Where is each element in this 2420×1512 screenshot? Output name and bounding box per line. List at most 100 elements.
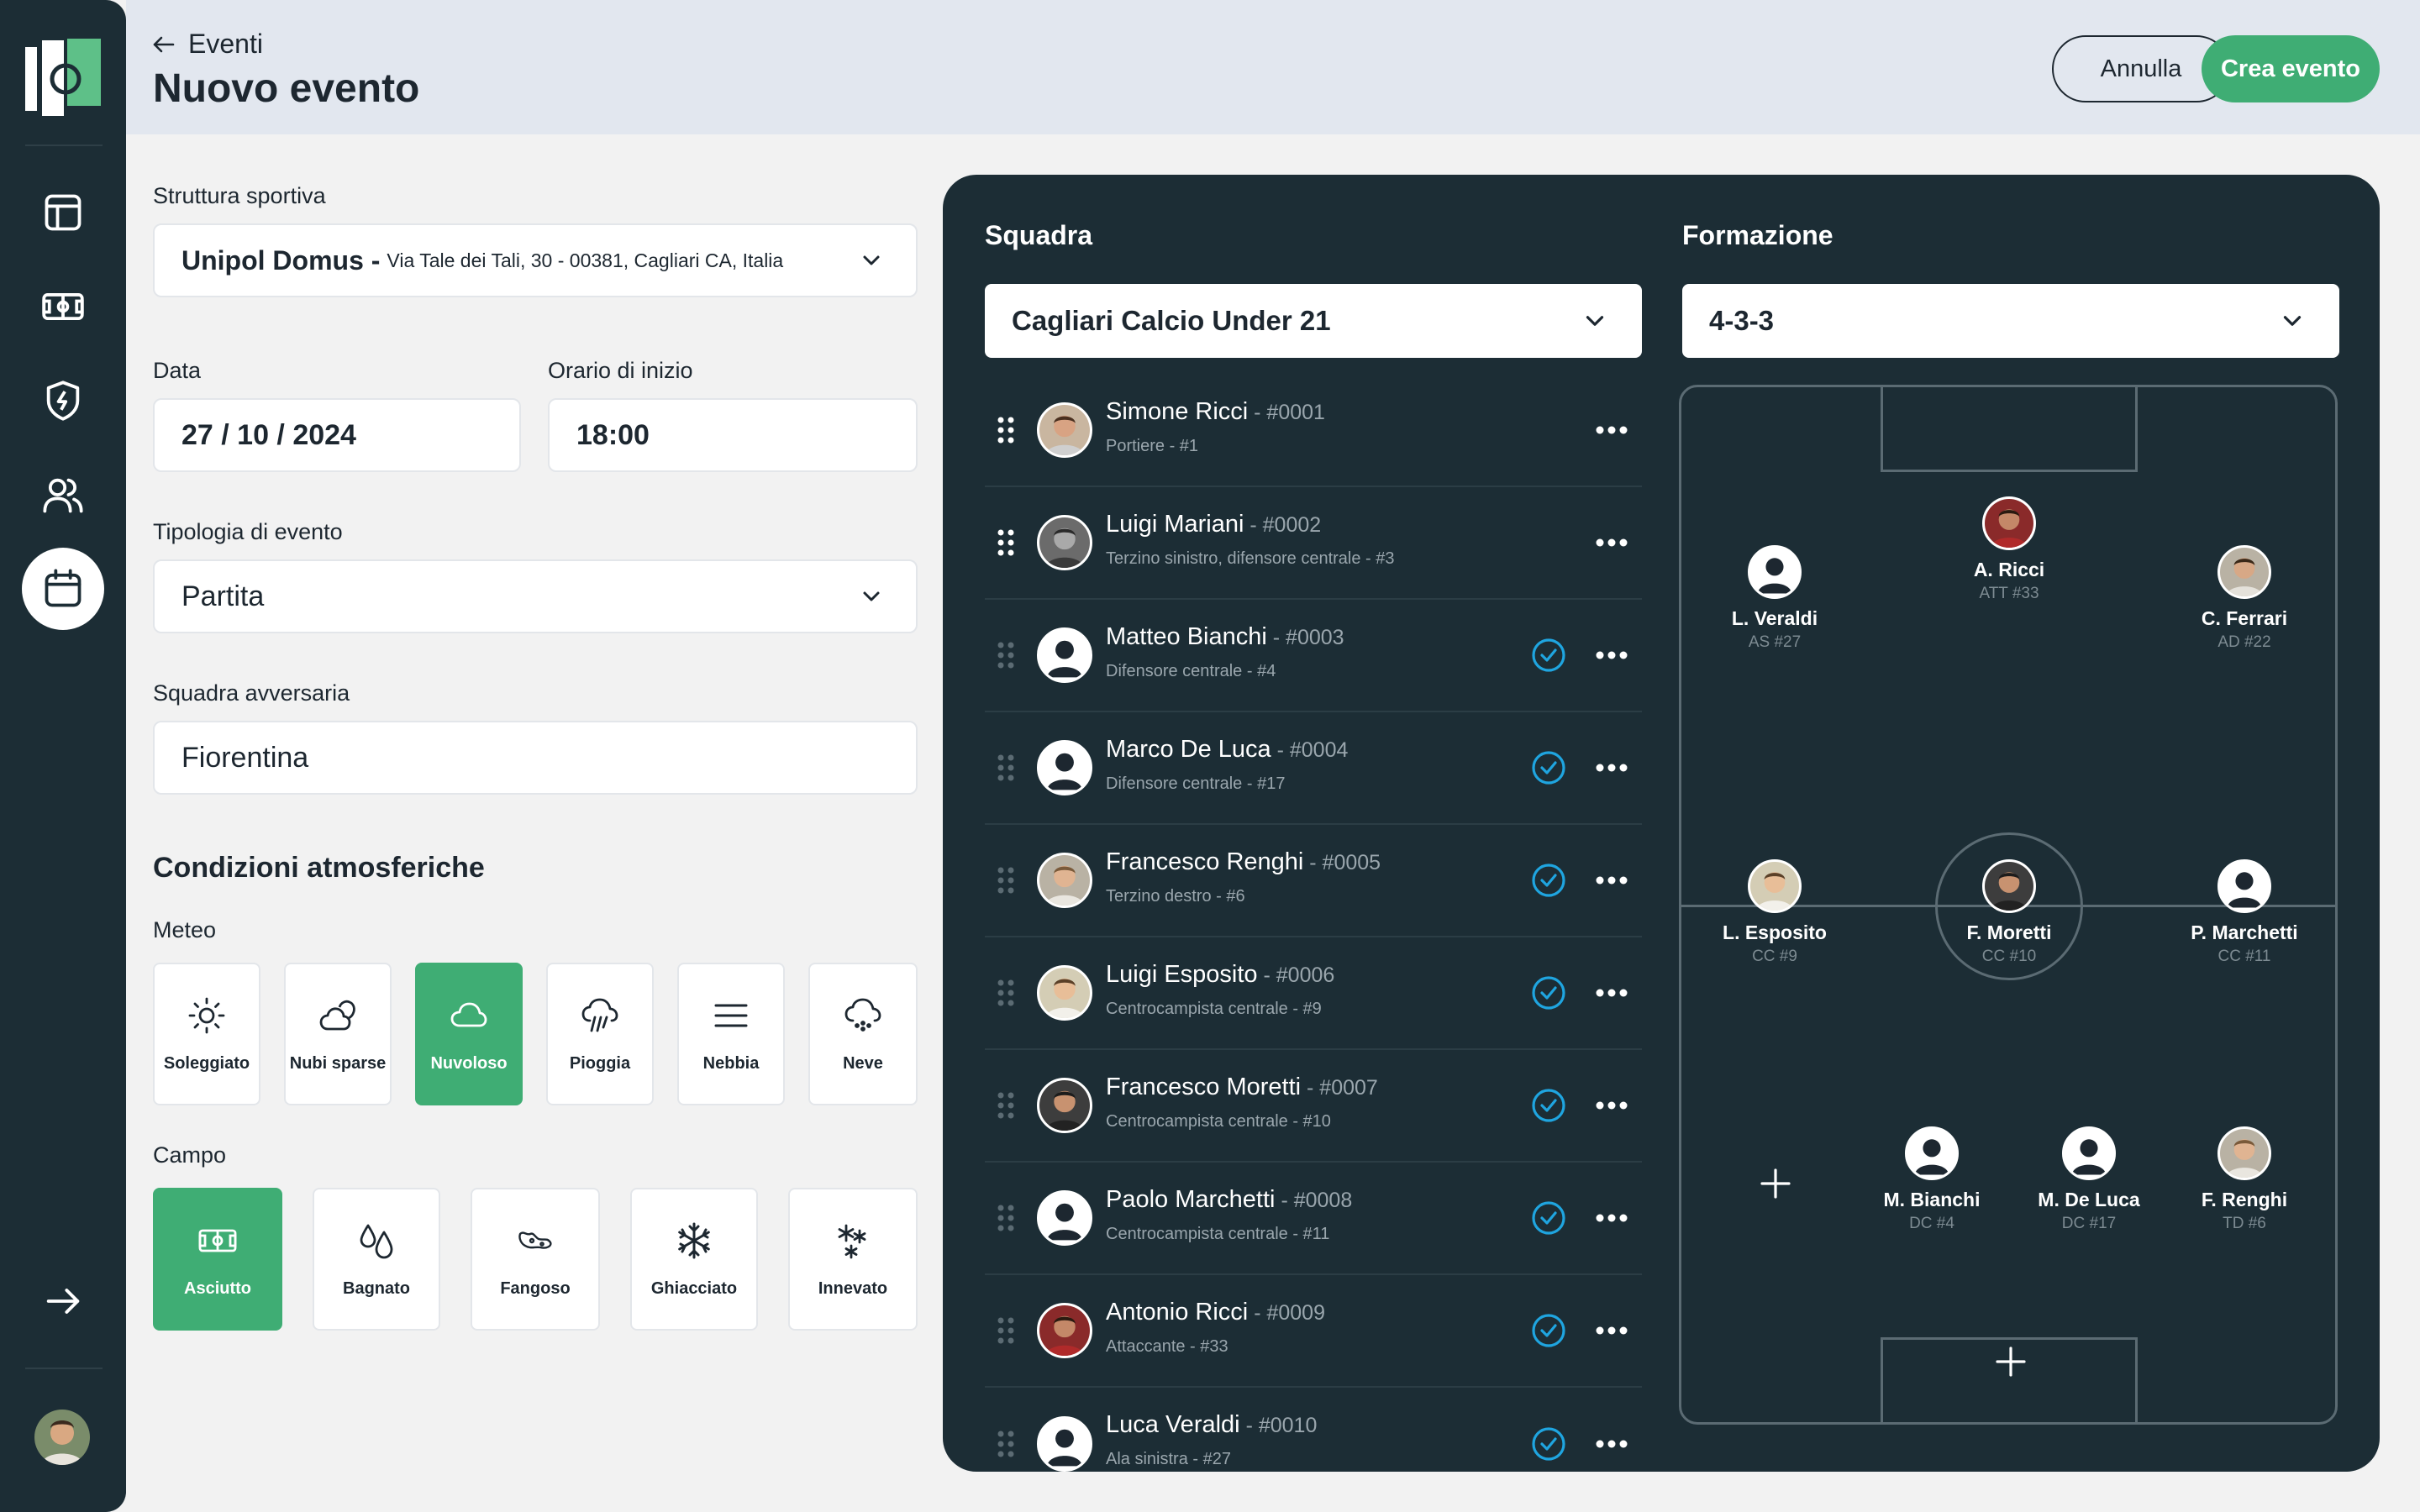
tile-label: Nebbia xyxy=(702,1053,760,1073)
drag-handle-icon[interactable] xyxy=(997,1430,1015,1458)
player-row[interactable]: Luigi Esposito - #0006 Centrocampista ce… xyxy=(985,937,1642,1050)
more-icon[interactable] xyxy=(1595,650,1628,660)
slot-name: F. Renghi xyxy=(2201,1189,2288,1210)
player-row[interactable]: Antonio Ricci - #0009 Attaccante - #33 xyxy=(985,1275,1642,1388)
nav-field[interactable] xyxy=(22,265,104,348)
time-field[interactable]: 18:00 xyxy=(548,398,918,472)
field-fangoso[interactable]: Fangoso xyxy=(471,1188,600,1331)
nav-dashboard[interactable] xyxy=(22,171,104,254)
mud-icon xyxy=(518,1231,552,1249)
nav-calendar[interactable] xyxy=(22,548,104,630)
drag-handle-icon[interactable] xyxy=(997,1316,1015,1345)
field-bagnato[interactable]: Bagnato xyxy=(313,1188,440,1331)
snowflake-icon xyxy=(678,1222,710,1258)
player-role: Difensore centrale - #4 xyxy=(1106,662,1276,680)
weather-nuvoloso[interactable]: Nuvoloso xyxy=(415,963,523,1105)
formation-slot[interactable]: F. Moretti CC #10 xyxy=(1942,859,2076,966)
player-row[interactable]: Paolo Marchetti - #0008 Centrocampista c… xyxy=(985,1163,1642,1275)
slot-role: AD #22 xyxy=(2217,633,2271,651)
check-circle-icon[interactable] xyxy=(1531,975,1566,1011)
layout-icon xyxy=(45,194,82,231)
rain-icon xyxy=(581,998,618,1032)
drag-handle-icon[interactable] xyxy=(997,1091,1015,1120)
check-circle-icon[interactable] xyxy=(1531,863,1566,898)
formation-slot[interactable]: L. Veraldi AS #27 xyxy=(1707,545,1842,652)
player-row[interactable]: Marco De Luca - #0004 Difensore centrale… xyxy=(985,712,1642,825)
team-select[interactable]: Cagliari Calcio Under 21 xyxy=(985,284,1642,358)
drag-handle-icon[interactable] xyxy=(997,866,1015,895)
check-circle-icon[interactable] xyxy=(1531,1426,1566,1462)
player-row[interactable]: Luigi Mariani - #0002 Terzino sinistro, … xyxy=(985,487,1642,600)
more-icon[interactable] xyxy=(1595,1213,1628,1223)
drag-handle-icon[interactable] xyxy=(997,641,1015,669)
player-row[interactable]: Matteo Bianchi - #0003 Difensore central… xyxy=(985,600,1642,712)
player-row[interactable]: Luca Veraldi - #0010 Ala sinistra - #27 xyxy=(985,1388,1642,1472)
add-goalkeeper-icon[interactable] xyxy=(1994,1345,2028,1378)
weather-nebbia[interactable]: Nebbia xyxy=(677,963,785,1105)
player-avatar xyxy=(1748,859,1802,913)
user-avatar[interactable] xyxy=(34,1410,90,1465)
weather-nubi-sparse[interactable]: Nubi sparse xyxy=(284,963,392,1105)
player-row[interactable]: Simone Ricci - #0001 Portiere - #1 xyxy=(985,375,1642,487)
player-avatar xyxy=(2217,859,2271,913)
expand-sidebar-button[interactable] xyxy=(22,1260,104,1342)
player-number: - #0002 xyxy=(1244,513,1322,537)
formation-slot[interactable]: A. Ricci ATT #33 xyxy=(1942,496,2076,603)
formation-slot[interactable]: P. Marchetti CC #11 xyxy=(2177,859,2312,966)
drag-handle-icon[interactable] xyxy=(997,416,1015,444)
field-asciutto[interactable]: Asciutto xyxy=(153,1188,282,1331)
check-circle-icon[interactable] xyxy=(1531,1088,1566,1123)
more-icon[interactable] xyxy=(1595,425,1628,435)
player-avatar xyxy=(1037,740,1092,795)
player-role: Attaccante - #33 xyxy=(1106,1337,1228,1356)
event-type-select[interactable]: Partita xyxy=(153,559,918,633)
formation-slot[interactable]: C. Ferrari AD #22 xyxy=(2177,545,2312,652)
tile-label: Bagnato xyxy=(343,1278,410,1298)
formation-select[interactable]: 4-3-3 xyxy=(1682,284,2339,358)
formation-slot[interactable]: M. Bianchi DC #4 xyxy=(1865,1126,1999,1233)
more-icon[interactable] xyxy=(1595,875,1628,885)
drag-handle-icon[interactable] xyxy=(997,528,1015,557)
player-name: Paolo Marchetti xyxy=(1106,1186,1276,1213)
weather-neve[interactable]: Neve xyxy=(808,963,918,1105)
field-innevato[interactable]: Innevato xyxy=(788,1188,918,1331)
nav-people[interactable] xyxy=(22,454,104,536)
formation-slot[interactable]: M. De Luca DC #17 xyxy=(2022,1126,2156,1233)
opponent-field[interactable]: Fiorentina xyxy=(153,721,918,795)
check-circle-icon[interactable] xyxy=(1531,638,1566,673)
more-icon[interactable] xyxy=(1595,538,1628,548)
more-icon[interactable] xyxy=(1595,988,1628,998)
date-field[interactable]: 27 / 10 / 2024 xyxy=(153,398,521,472)
field-icon xyxy=(42,293,84,320)
nav-club[interactable] xyxy=(22,360,104,442)
drag-handle-icon[interactable] xyxy=(997,753,1015,782)
check-circle-icon[interactable] xyxy=(1531,1200,1566,1236)
check-circle-icon[interactable] xyxy=(1531,750,1566,785)
check-circle-icon[interactable] xyxy=(1531,1313,1566,1348)
create-event-button[interactable]: Crea evento xyxy=(2202,35,2380,102)
slot-name: L. Esposito xyxy=(1723,921,1827,943)
player-name: Matteo Bianchi xyxy=(1106,623,1267,650)
weather-pioggia[interactable]: Pioggia xyxy=(546,963,654,1105)
more-icon[interactable] xyxy=(1595,1100,1628,1110)
player-avatar xyxy=(1037,1303,1092,1358)
field-ghiacciato[interactable]: Ghiacciato xyxy=(630,1188,758,1331)
more-icon[interactable] xyxy=(1595,763,1628,773)
struttura-select[interactable]: Unipol Domus - Via Tale dei Tali, 30 - 0… xyxy=(153,223,918,297)
back-link[interactable]: Eventi xyxy=(151,29,263,60)
weather-soleggiato[interactable]: Soleggiato xyxy=(153,963,260,1105)
sidebar xyxy=(0,0,126,1512)
player-row[interactable]: Francesco Moretti - #0007 Centrocampista… xyxy=(985,1050,1642,1163)
formation-slot[interactable]: F. Renghi TD #6 xyxy=(2177,1126,2312,1233)
player-role: Centrocampista centrale - #10 xyxy=(1106,1112,1331,1131)
more-icon[interactable] xyxy=(1595,1439,1628,1449)
player-name: Francesco Renghi xyxy=(1106,848,1304,875)
player-row[interactable]: Francesco Renghi - #0005 Terzino destro … xyxy=(985,825,1642,937)
more-icon[interactable] xyxy=(1595,1326,1628,1336)
drag-handle-icon[interactable] xyxy=(997,979,1015,1007)
formation-slot[interactable]: L. Esposito CC #9 xyxy=(1707,859,1842,966)
tipologia-label: Tipologia di evento xyxy=(153,519,343,544)
player-number: - #0004 xyxy=(1270,738,1349,762)
drag-handle-icon[interactable] xyxy=(997,1204,1015,1232)
add-player-icon[interactable] xyxy=(1759,1167,1792,1200)
